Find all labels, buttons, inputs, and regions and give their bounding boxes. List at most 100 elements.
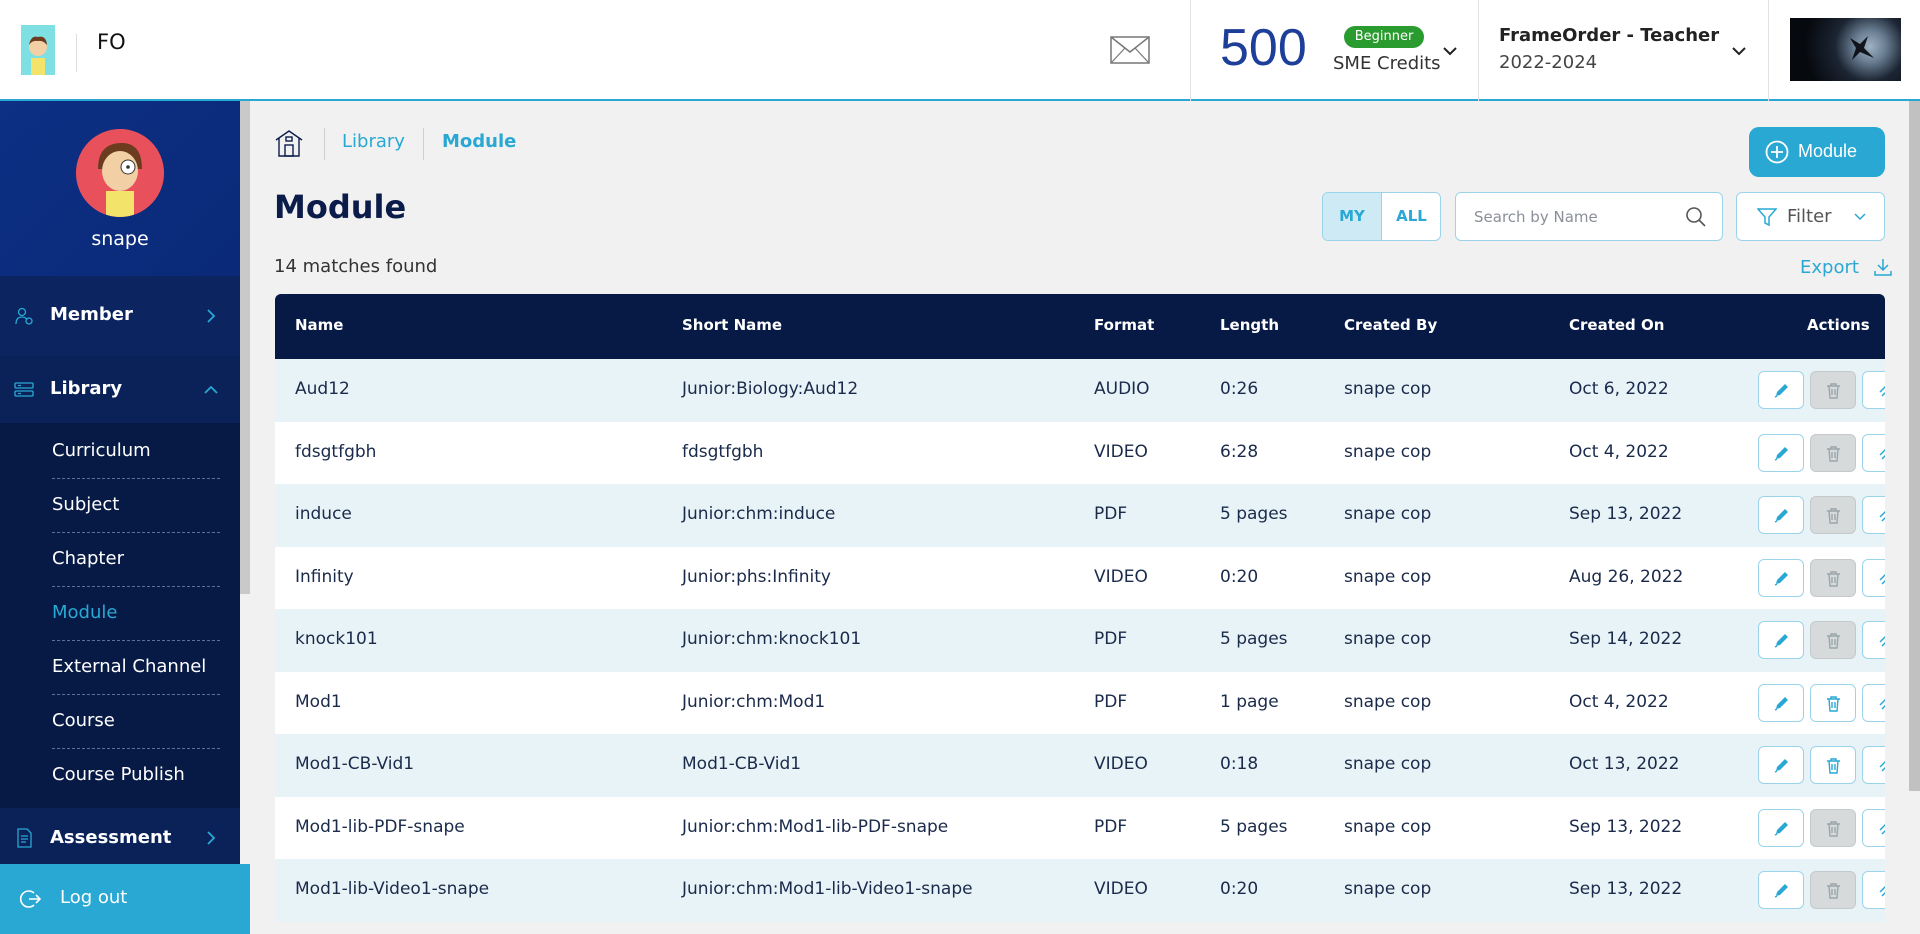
breadcrumb-divider xyxy=(423,128,424,160)
column-header-created-on[interactable]: Created On xyxy=(1569,316,1664,334)
table-row[interactable]: knock101 Junior:chm:knock101 PDF 5 pages sna… xyxy=(275,609,1885,672)
cell-format: VIDEO xyxy=(1094,754,1148,774)
share-button[interactable] xyxy=(1862,683,1885,722)
edit-button[interactable] xyxy=(1758,621,1804,659)
share-button[interactable] xyxy=(1862,746,1885,784)
sidebar-item-course-publish[interactable]: Course Publish xyxy=(52,749,220,803)
edit-button[interactable] xyxy=(1758,871,1804,909)
cell-created-on: Sep 14, 2022 xyxy=(1569,629,1683,649)
table-row[interactable]: induce Junior:chm:induce PDF 5 pages snape c… xyxy=(275,484,1885,547)
chevron-down-icon[interactable] xyxy=(1441,42,1459,60)
delete-button[interactable] xyxy=(1810,746,1856,784)
sidebar-item-curriculum[interactable]: Curriculum xyxy=(52,425,220,479)
chevron-up-icon xyxy=(202,381,220,399)
cell-created-on: Oct 13, 2022 xyxy=(1569,754,1680,774)
column-header-created-by[interactable]: Created By xyxy=(1344,316,1437,334)
search-icon[interactable] xyxy=(1685,206,1707,228)
edit-button[interactable] xyxy=(1758,371,1804,409)
sidebar-item-external-channel[interactable]: External Channel xyxy=(52,641,220,695)
breadcrumb-library[interactable]: Library xyxy=(342,131,405,152)
assessment-icon xyxy=(14,828,34,848)
profile-banner-image[interactable] xyxy=(1790,18,1901,81)
level-badge: Beginner xyxy=(1344,26,1424,48)
sidebar-item-module[interactable]: Module xyxy=(52,587,220,641)
export-button[interactable]: Export xyxy=(1800,257,1892,278)
mail-icon[interactable] xyxy=(1110,36,1150,64)
user-profile: snape xyxy=(0,101,240,276)
cell-format: AUDIO xyxy=(1094,379,1150,399)
column-header-format[interactable]: Format xyxy=(1094,316,1154,334)
logout-button[interactable]: Log out xyxy=(0,864,250,934)
cell-format: VIDEO xyxy=(1094,566,1148,587)
sidebar-item-member[interactable]: Member xyxy=(0,276,240,356)
table-row[interactable]: Mod1-lib-PDF-snape Junior:chm:Mod1-lib-PD… xyxy=(275,796,1885,859)
delete-button[interactable] xyxy=(1810,371,1856,409)
cell-name: Mod1-CB-Vid1 xyxy=(295,754,415,774)
page-scrollbar[interactable] xyxy=(1909,101,1920,791)
delete-button[interactable] xyxy=(1810,558,1856,597)
edit-button[interactable] xyxy=(1758,746,1804,784)
table-row[interactable]: fdsgtfgbh fdsgtfgbh VIDEO 6:28 snape cop Oct … xyxy=(275,421,1885,484)
chevron-down-icon[interactable] xyxy=(1730,42,1748,60)
add-module-label: Module xyxy=(1798,141,1858,161)
cell-name: fdsgtfgbh xyxy=(295,441,377,462)
table-row[interactable]: Mod1 Junior:chm:Mod1 PDF 1 page snape cop Oct… xyxy=(275,671,1885,734)
delete-button[interactable] xyxy=(1810,871,1856,909)
organization-name: FrameOrder - Teacher xyxy=(1499,25,1720,46)
sidebar-scrollbar[interactable] xyxy=(240,101,250,594)
edit-button[interactable] xyxy=(1758,683,1804,722)
cell-length: 0:26 xyxy=(1220,379,1259,399)
avatar[interactable] xyxy=(76,129,164,217)
table-header: Name Short Name Format Length Created By… xyxy=(275,294,1885,359)
header-divider xyxy=(76,34,77,72)
delete-button[interactable] xyxy=(1810,808,1856,847)
sidebar-item-subject[interactable]: Subject xyxy=(52,479,220,533)
table-row[interactable]: Mod1-lib-Video1-snape Junior:chm:Mod1-lib… xyxy=(275,859,1885,922)
column-header-name[interactable]: Name xyxy=(295,316,343,334)
modules-table: Name Short Name Format Length Created By… xyxy=(275,294,1885,934)
cell-name: Mod1-lib-Video1-snape xyxy=(295,879,490,899)
home-icon[interactable] xyxy=(274,128,304,158)
organization-year: 2022-2024 xyxy=(1499,52,1598,73)
edit-button[interactable] xyxy=(1758,558,1804,597)
toggle-my[interactable]: MY xyxy=(1323,193,1382,240)
share-button[interactable] xyxy=(1862,496,1885,534)
delete-button[interactable] xyxy=(1810,683,1856,722)
sidebar-item-course[interactable]: Course xyxy=(52,695,220,749)
share-button[interactable] xyxy=(1862,871,1885,909)
plus-circle-icon xyxy=(1765,140,1789,164)
share-button[interactable] xyxy=(1862,808,1885,847)
search-input[interactable] xyxy=(1474,205,1674,229)
sidebar-item-label: Assessment xyxy=(50,827,172,848)
sidebar-item-chapter[interactable]: Chapter xyxy=(52,533,220,587)
sidebar-item-assessment[interactable]: Assessment xyxy=(0,808,240,868)
share-button[interactable] xyxy=(1862,433,1885,472)
edit-button[interactable] xyxy=(1758,433,1804,472)
add-module-button[interactable]: Module xyxy=(1749,127,1885,177)
share-button[interactable] xyxy=(1862,621,1885,659)
toggle-all[interactable]: ALL xyxy=(1382,193,1440,240)
edit-button[interactable] xyxy=(1758,808,1804,847)
cell-format: PDF xyxy=(1094,816,1128,837)
logout-icon xyxy=(19,888,42,910)
sidebar-item-library[interactable]: Library xyxy=(0,356,240,423)
sidebar-item-label: Member xyxy=(50,304,133,325)
cell-name: knock101 xyxy=(295,629,378,649)
cell-created-on: Sep 13, 2022 xyxy=(1569,816,1683,837)
column-header-length[interactable]: Length xyxy=(1220,316,1279,334)
column-header-short-name[interactable]: Short Name xyxy=(682,316,782,334)
cell-format: PDF xyxy=(1094,629,1128,649)
brand-avatar-image[interactable] xyxy=(21,25,55,75)
share-button[interactable] xyxy=(1862,558,1885,597)
filter-dropdown[interactable]: Filter xyxy=(1736,192,1885,241)
cell-created-on: Oct 6, 2022 xyxy=(1569,379,1669,399)
delete-button[interactable] xyxy=(1810,496,1856,534)
share-button[interactable] xyxy=(1862,371,1885,409)
table-row[interactable]: Mod1-CB-Vid1 Mod1-CB-Vid1 VIDEO 0:18 snape c… xyxy=(275,734,1885,797)
edit-button[interactable] xyxy=(1758,496,1804,534)
delete-button[interactable] xyxy=(1810,621,1856,659)
table-row[interactable]: Aud12 Junior:Biology:Aud12 AUDIO 0:26 snape … xyxy=(275,359,1885,422)
delete-button[interactable] xyxy=(1810,433,1856,472)
table-row[interactable]: Infinity Junior:phs:Infinity VIDEO 0:20 snap… xyxy=(275,546,1885,609)
member-icon xyxy=(14,306,34,326)
